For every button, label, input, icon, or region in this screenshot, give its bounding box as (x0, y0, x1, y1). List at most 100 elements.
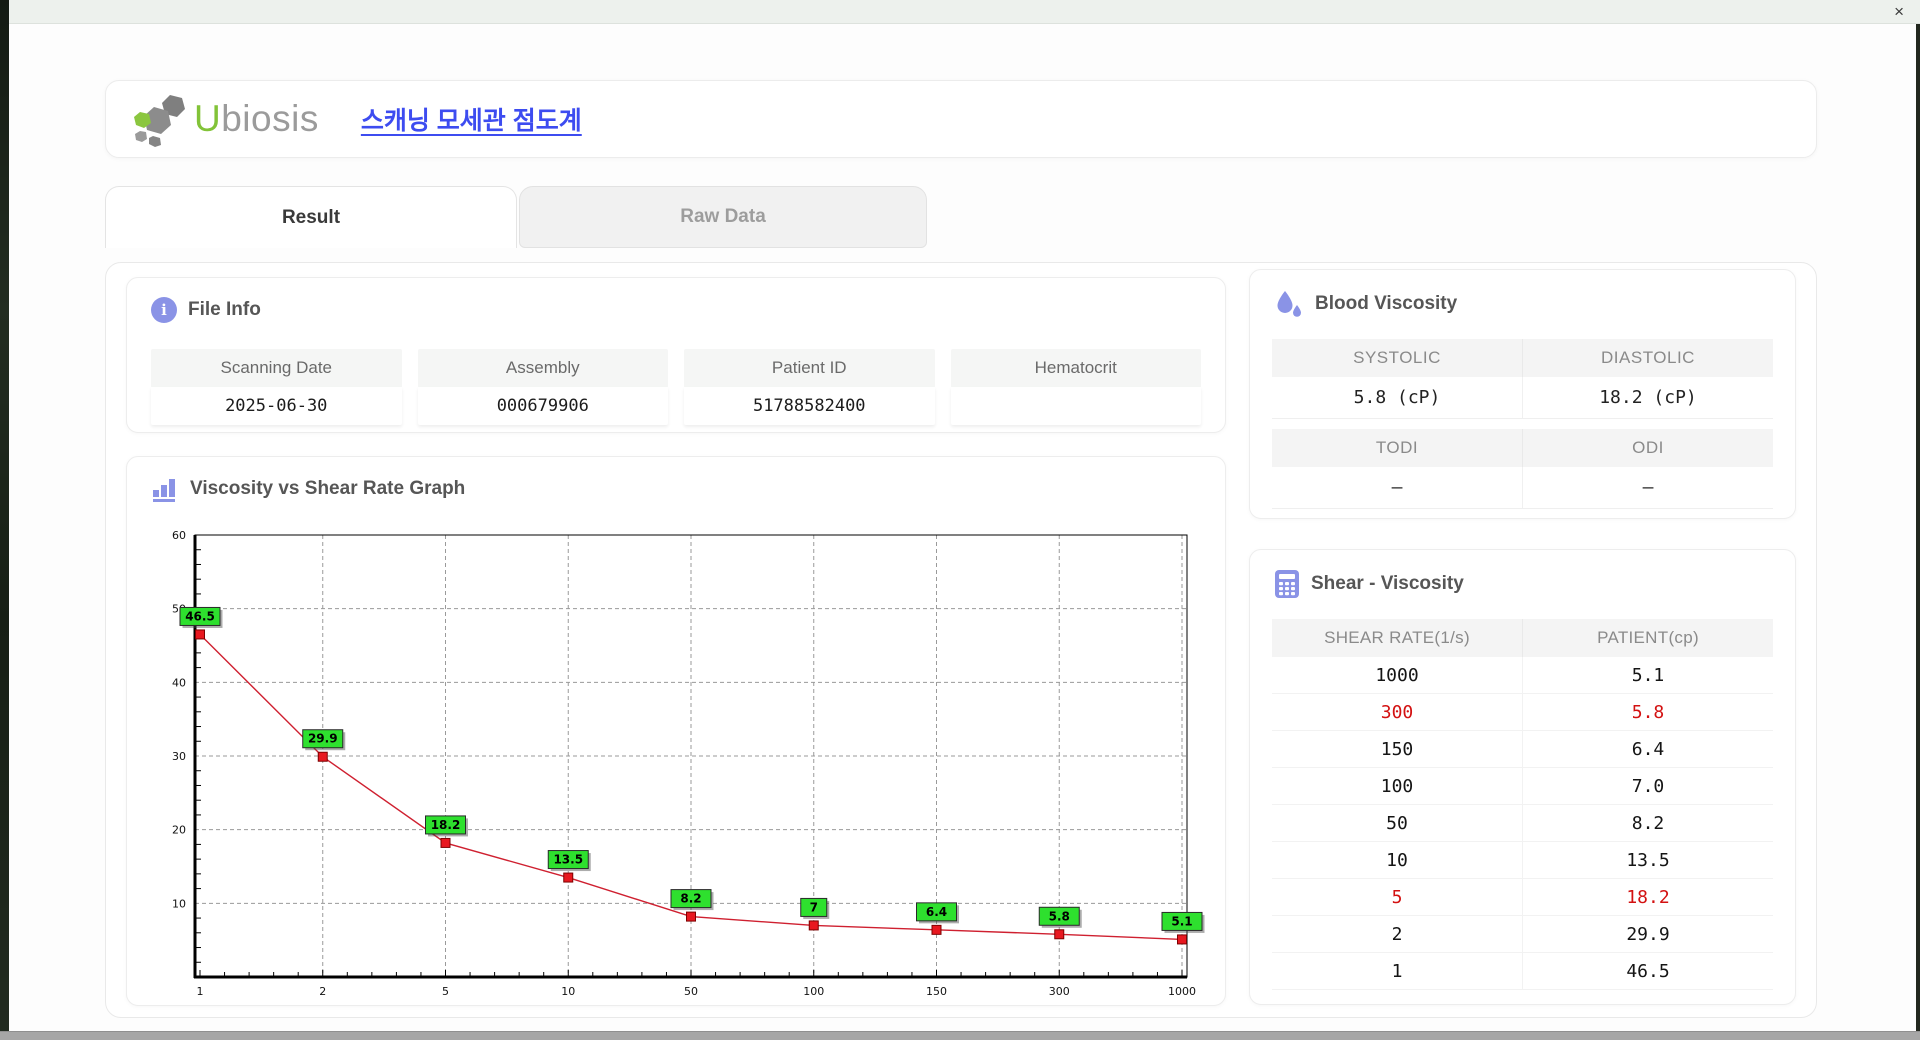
table-row: 3005.8 (1272, 694, 1773, 731)
table-row: 229.9 (1272, 916, 1773, 953)
svg-text:1: 1 (197, 985, 204, 998)
file-info-title: File Info (188, 299, 261, 321)
file-info-card: i File Info Scanning Date2025-06-30Assem… (126, 277, 1226, 433)
blood-viscosity-group: SYSTOLICDIASTOLIC5.8 (cP)18.2 (cP) (1272, 339, 1773, 419)
logo-text: Ubiosis (194, 98, 319, 140)
shear-table-header: SHEAR RATE(1/s) PATIENT(cp) (1272, 619, 1773, 657)
header-card: Ubiosis 스캐닝 모세관 점도계 (105, 80, 1817, 158)
shear-rate-cell: 10 (1272, 842, 1522, 879)
svg-text:5: 5 (442, 985, 449, 998)
value-cell: – (1272, 467, 1522, 509)
svg-text:40: 40 (172, 676, 186, 689)
field-label: Patient ID (684, 349, 935, 387)
file-info-title-row: i File Info (127, 278, 1225, 323)
table-row: 1007.0 (1272, 768, 1773, 805)
value-cell: 5.8 (cP) (1272, 377, 1522, 419)
svg-text:300: 300 (1049, 985, 1070, 998)
table-row: TODIODI (1272, 429, 1773, 467)
table-row: 508.2 (1272, 805, 1773, 842)
field-value: 000679906 (418, 387, 669, 425)
file-info-field: Patient ID51788582400 (684, 349, 935, 425)
svg-text:13.5: 13.5 (553, 853, 583, 867)
hexagon-cluster-icon (132, 91, 190, 147)
svg-text:150: 150 (926, 985, 947, 998)
patient-cell: 18.2 (1522, 879, 1773, 916)
window-bottom-edge (0, 1031, 1920, 1040)
tab-raw-data[interactable]: Raw Data (519, 186, 927, 248)
file-info-field: Assembly000679906 (418, 349, 669, 425)
shear-viscosity-title: Shear - Viscosity (1311, 573, 1464, 595)
table-row: 1013.5 (1272, 842, 1773, 879)
table-row: 518.2 (1272, 879, 1773, 916)
svg-text:1000: 1000 (1168, 985, 1196, 998)
svg-text:5.1: 5.1 (1171, 914, 1192, 928)
shear-viscosity-title-row: Shear - Viscosity (1250, 550, 1795, 599)
svg-text:10: 10 (561, 985, 575, 998)
svg-text:30: 30 (172, 750, 186, 763)
svg-text:7: 7 (810, 900, 818, 914)
blood-viscosity-title-row: Blood Viscosity (1250, 270, 1795, 319)
header-cell: SYSTOLIC (1272, 339, 1522, 377)
calculator-icon (1274, 569, 1300, 599)
file-info-field: Hematocrit (951, 349, 1202, 425)
shear-viscosity-card: Shear - Viscosity SHEAR RATE(1/s) PATIEN… (1249, 549, 1796, 1005)
shear-rate-cell: 1 (1272, 953, 1522, 990)
shear-table-body: 10005.13005.81506.41007.0508.21013.5518.… (1272, 657, 1773, 990)
shear-rate-cell: 100 (1272, 768, 1522, 805)
table-row: 10005.1 (1272, 657, 1773, 694)
table-row: –– (1272, 467, 1773, 509)
svg-text:46.5: 46.5 (185, 609, 215, 623)
svg-text:50: 50 (684, 985, 698, 998)
patient-cell: 5.8 (1522, 694, 1773, 731)
svg-text:2: 2 (319, 985, 326, 998)
svg-text:60: 60 (172, 529, 186, 542)
file-info-field: Scanning Date2025-06-30 (151, 349, 402, 425)
field-label: Hematocrit (951, 349, 1202, 387)
table-row: SYSTOLICDIASTOLIC (1272, 339, 1773, 377)
droplets-icon (1274, 289, 1304, 319)
window-left-edge (0, 0, 9, 1032)
svg-text:100: 100 (803, 985, 824, 998)
field-label: Scanning Date (151, 349, 402, 387)
blood-viscosity-card: Blood Viscosity SYSTOLICDIASTOLIC5.8 (cP… (1249, 269, 1796, 519)
field-label: Assembly (418, 349, 669, 387)
graph-card: Viscosity vs Shear Rate Graph 10 20 30 40 50… (126, 456, 1226, 1006)
graph-title: Viscosity vs Shear Rate Graph (190, 478, 465, 500)
svg-text:8.2: 8.2 (680, 892, 701, 906)
shear-rate-cell: 150 (1272, 731, 1522, 768)
ubiosis-logo: Ubiosis (132, 91, 319, 147)
file-info-fields: Scanning Date2025-06-30Assembly000679906… (151, 349, 1201, 425)
blood-viscosity-title: Blood Viscosity (1315, 293, 1457, 315)
shear-rate-cell: 5 (1272, 879, 1522, 916)
patient-cell: 8.2 (1522, 805, 1773, 842)
patient-cell: 5.1 (1522, 657, 1773, 694)
patient-cell: 29.9 (1522, 916, 1773, 953)
patient-column-header: PATIENT(cp) (1522, 619, 1773, 657)
window-titlebar: × (8, 0, 1920, 24)
svg-text:10: 10 (172, 897, 186, 910)
table-row: 5.8 (cP)18.2 (cP) (1272, 377, 1773, 419)
shear-rate-cell: 50 (1272, 805, 1522, 842)
window-right-edge (1916, 24, 1920, 1032)
shear-rate-cell: 1000 (1272, 657, 1522, 694)
patient-cell: 6.4 (1522, 731, 1773, 768)
bar-chart-icon (151, 476, 179, 502)
close-icon[interactable]: × (1894, 1, 1904, 23)
viscosity-shear-chart: 1020304050601251050100150300100046.529.9… (137, 509, 1222, 1001)
svg-text:18.2: 18.2 (431, 818, 461, 832)
field-value (951, 387, 1202, 425)
patient-cell: 7.0 (1522, 768, 1773, 805)
patient-cell: 46.5 (1522, 953, 1773, 990)
svg-text:20: 20 (172, 824, 186, 837)
svg-text:29.9: 29.9 (308, 732, 338, 746)
blood-viscosity-tables: SYSTOLICDIASTOLIC5.8 (cP)18.2 (cP) TODIOD… (1272, 339, 1773, 509)
field-value: 51788582400 (684, 387, 935, 425)
value-cell: 18.2 (cP) (1522, 377, 1773, 419)
tab-result[interactable]: Result (105, 186, 517, 248)
blood-viscosity-group: TODIODI–– (1272, 429, 1773, 509)
patient-cell: 13.5 (1522, 842, 1773, 879)
page-title: 스캐닝 모세관 점도계 (361, 101, 582, 137)
field-value: 2025-06-30 (151, 387, 402, 425)
main-panel: i File Info Scanning Date2025-06-30Assem… (105, 262, 1817, 1018)
app-window: × Ubiosis 스캐닝 모세관 점도계 Result Raw Data i … (0, 0, 1920, 1040)
